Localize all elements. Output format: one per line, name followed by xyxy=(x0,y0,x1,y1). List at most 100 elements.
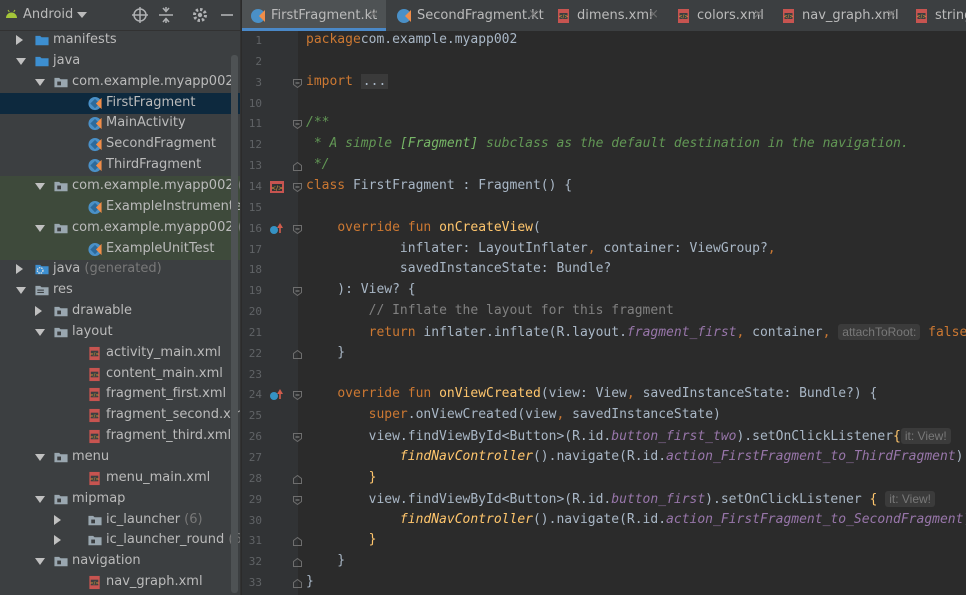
folder-icon xyxy=(35,56,49,67)
expand-arrow-closed-icon[interactable] xyxy=(16,35,23,45)
tree-item[interactable]: MainActivity xyxy=(0,113,240,134)
fold-end-icon[interactable] xyxy=(293,558,302,568)
tree-item[interactable]: mipmap xyxy=(0,489,240,510)
expand-arrow-closed-icon[interactable] xyxy=(54,535,61,546)
fold-end-icon[interactable] xyxy=(293,162,302,172)
expand-arrow-open-icon[interactable] xyxy=(35,495,45,503)
locate-target-icon[interactable] xyxy=(131,6,149,24)
expand-arrow-open-icon[interactable] xyxy=(16,287,26,295)
fold-start-icon[interactable] xyxy=(293,78,302,88)
tree-item-label: com.example.myapp002 (test) xyxy=(72,220,240,235)
project-scrollbar[interactable] xyxy=(231,55,238,593)
fold-end-icon[interactable] xyxy=(293,349,302,359)
expand-arrow-open-icon[interactable] xyxy=(16,57,26,65)
fold-start-icon[interactable] xyxy=(293,495,302,505)
code-line: savedInstanceState: Bundle? xyxy=(306,261,611,276)
fold-start-icon[interactable] xyxy=(293,182,302,192)
editor-tab[interactable]: </> strings xyxy=(906,0,966,31)
fold-start-icon[interactable] xyxy=(293,120,302,130)
close-tab-icon[interactable]: × xyxy=(648,7,659,22)
chevron-down-icon[interactable] xyxy=(77,12,87,18)
svg-text:</>: </> xyxy=(90,393,99,399)
code-token: false xyxy=(920,324,966,340)
tree-item[interactable]: </> content_main.xml xyxy=(0,364,240,385)
tree-item[interactable]: ic_launcher_round (6) xyxy=(0,530,240,551)
tree-item[interactable]: layout xyxy=(0,322,240,343)
tree-item[interactable]: SecondFragment xyxy=(0,134,240,155)
project-view-selector[interactable]: Android xyxy=(23,7,73,22)
tree-item-label: nav_graph.xml xyxy=(106,574,203,590)
tree-item-label: fragment_third.xml xyxy=(106,428,232,444)
tree-item[interactable]: com.example.myapp002 (andr xyxy=(0,175,240,197)
expand-arrow-open-icon[interactable] xyxy=(35,78,45,86)
expand-arrow-open-icon[interactable] xyxy=(35,182,45,190)
editor-tab[interactable]: </> nav_graph.xml × xyxy=(773,0,904,31)
tree-item[interactable]: ExampleInstrumentedTest xyxy=(0,196,240,218)
fold-start-icon[interactable] xyxy=(293,224,302,234)
tree-item[interactable]: res xyxy=(0,280,240,301)
fold-start-icon[interactable] xyxy=(293,287,302,297)
tree-item[interactable]: java (generated) xyxy=(0,259,240,280)
tree-item[interactable]: ic_launcher (6) xyxy=(0,510,240,531)
expand-arrow-closed-icon[interactable] xyxy=(16,264,23,275)
tree-item[interactable]: </> menu_main.xml xyxy=(0,468,240,489)
line-number: 3 xyxy=(255,75,262,89)
expand-arrow-open-icon[interactable] xyxy=(35,328,45,336)
expand-arrow-open-icon[interactable] xyxy=(35,558,45,566)
code-token: com.example.myapp002 xyxy=(360,32,518,47)
close-tab-icon[interactable]: × xyxy=(528,7,539,22)
tree-item[interactable]: drawable xyxy=(0,301,240,322)
tree-item[interactable]: manifests xyxy=(0,30,240,51)
fold-end-icon[interactable] xyxy=(293,474,302,484)
override-gutter-icon[interactable] xyxy=(269,387,285,403)
kotlin-file-icon xyxy=(397,9,411,23)
tree-item[interactable]: menu xyxy=(0,447,240,468)
tree-item[interactable]: </> nav_graph.xml xyxy=(0,572,240,593)
tree-item[interactable]: </> fragment_first.xml xyxy=(0,384,240,405)
tree-item[interactable]: ExampleUnitTest xyxy=(0,238,240,260)
override-gutter-icon[interactable] xyxy=(269,221,285,237)
expand-arrow-open-icon[interactable] xyxy=(35,454,45,461)
code-token: ): View? { xyxy=(306,282,416,298)
tree-item[interactable]: </> fragment_second.xml xyxy=(0,405,240,426)
svg-text:</>: </> xyxy=(90,351,99,357)
tree-item-label: manifests xyxy=(53,32,117,47)
layout-gutter-icon[interactable]: </> xyxy=(269,179,285,195)
editor-tab[interactable]: SecondFragment.kt × xyxy=(388,0,546,31)
line-number: 16 xyxy=(248,221,262,235)
tree-item[interactable]: ThirdFragment xyxy=(0,155,240,176)
fold-start-icon[interactable] xyxy=(293,391,302,401)
collapse-all-icon[interactable] xyxy=(157,6,175,24)
code-token: */ xyxy=(306,157,330,173)
close-tab-icon[interactable]: × xyxy=(368,7,379,22)
expand-arrow-closed-icon[interactable] xyxy=(54,514,61,525)
fold-end-icon[interactable] xyxy=(293,537,302,547)
tree-item[interactable]: java xyxy=(0,51,240,72)
tree-item[interactable]: </> activity_main.xml xyxy=(0,343,240,364)
fold-start-icon[interactable] xyxy=(293,433,302,443)
svg-text:</>: </> xyxy=(90,435,99,441)
editor-tab[interactable]: </> dimens.xml × xyxy=(548,0,666,31)
code-token: action_FirstFragment_to_ThirdFragment xyxy=(666,449,956,464)
minimize-icon[interactable] xyxy=(218,6,236,24)
code-line: ): View? { xyxy=(306,282,416,298)
package-icon xyxy=(88,536,102,546)
code-token: inflater.inflate(R.layout. xyxy=(423,324,627,340)
editor-tab[interactable]: </> colors.xml × xyxy=(668,0,771,31)
tree-item[interactable]: navigation xyxy=(0,551,240,572)
editor-tab[interactable]: FirstFragment.kt × xyxy=(242,0,386,31)
close-tab-icon[interactable]: × xyxy=(753,7,764,22)
code-token: ( xyxy=(532,219,541,235)
fold-end-icon[interactable] xyxy=(293,579,302,589)
close-tab-icon[interactable]: × xyxy=(886,7,897,22)
expand-arrow-closed-icon[interactable] xyxy=(35,306,42,317)
tree-item[interactable]: com.example.myapp002 xyxy=(0,72,240,93)
gear-icon[interactable] xyxy=(191,6,209,24)
expand-arrow-open-icon[interactable] xyxy=(35,224,45,232)
tree-item[interactable]: </> fragment_third.xml xyxy=(0,426,240,447)
tab-label: FirstFragment.kt xyxy=(271,8,378,23)
tree-item[interactable]: FirstFragment xyxy=(0,92,240,114)
code-token: , xyxy=(767,240,776,256)
code-token: savedInstanceState) xyxy=(572,407,721,423)
tree-item[interactable]: com.example.myapp002 (test) xyxy=(0,217,240,239)
